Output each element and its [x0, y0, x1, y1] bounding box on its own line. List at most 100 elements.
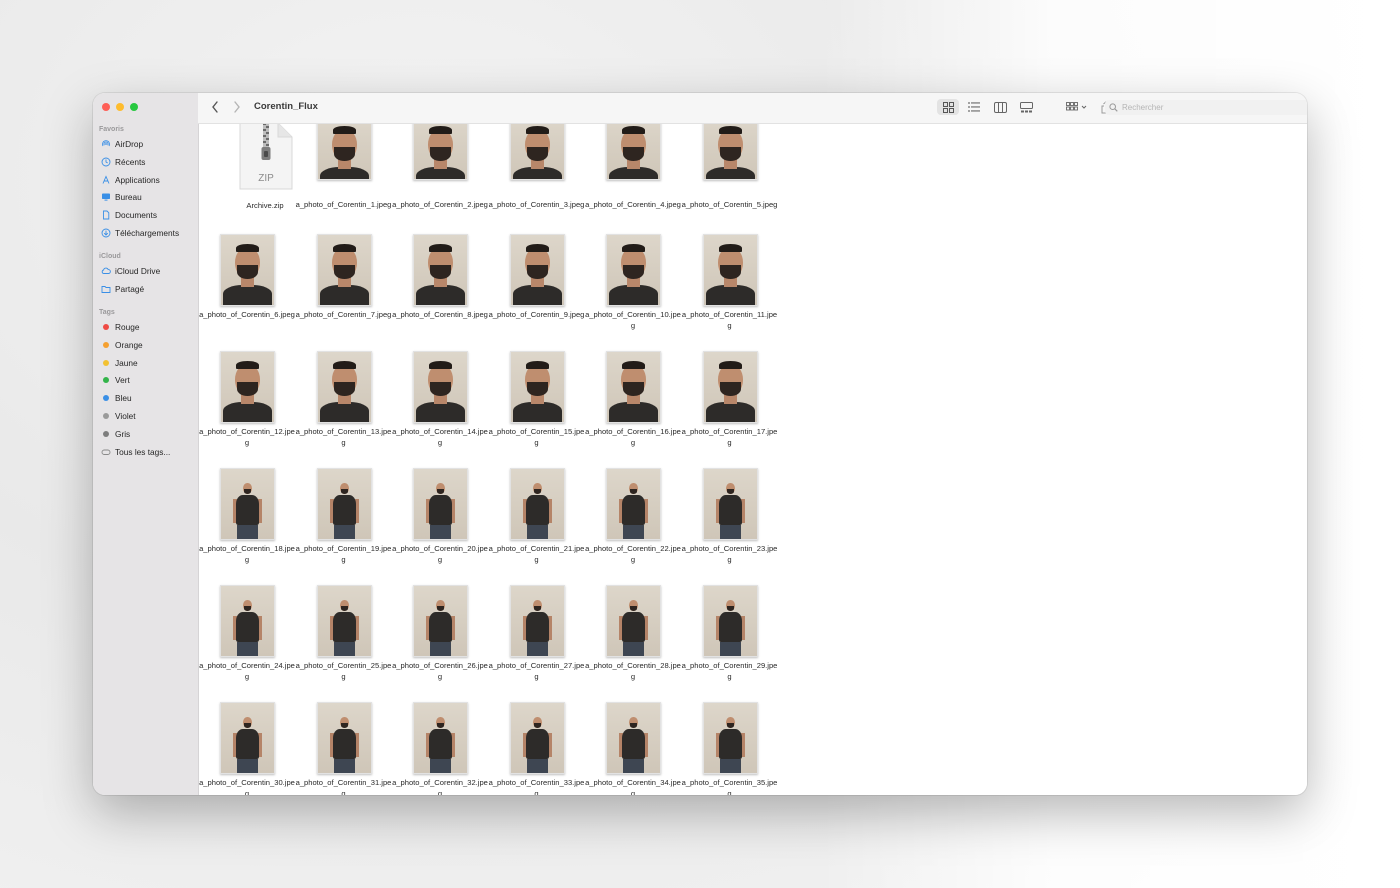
- sidebar-item-documents[interactable]: Documents: [101, 208, 157, 222]
- sidebar-item-label: Jaune: [115, 357, 138, 368]
- file-item[interactable]: a_photo_of_Corentin_23.jpeg: [682, 460, 778, 570]
- file-item[interactable]: a_photo_of_Corentin_32.jpeg: [392, 694, 488, 795]
- file-item[interactable]: a_photo_of_Corentin_28.jpeg: [585, 577, 681, 687]
- minimize-button[interactable]: [116, 103, 124, 111]
- file-name: a_photo_of_Corentin_12.jpeg: [199, 427, 295, 447]
- file-name: a_photo_of_Corentin_7.jpeg: [295, 310, 392, 319]
- file-item[interactable]: a_photo_of_Corentin_19.jpeg: [296, 460, 392, 570]
- photo-thumbnail: [606, 351, 661, 423]
- file-item[interactable]: a_photo_of_Corentin_6.jpeg: [199, 226, 295, 336]
- sidebar-item-label: Applications: [115, 174, 160, 185]
- sidebar-tag-violet[interactable]: Violet: [101, 409, 136, 423]
- file-item[interactable]: a_photo_of_Corentin_5.jpeg: [682, 124, 778, 226]
- sidebar-item-airdrop[interactable]: AirDrop: [101, 137, 143, 151]
- file-item[interactable]: a_photo_of_Corentin_13.jpeg: [296, 343, 392, 453]
- tag-dot-icon: [101, 393, 111, 403]
- file-item[interactable]: a_photo_of_Corentin_25.jpeg: [296, 577, 392, 687]
- sidebar-tag-orange[interactable]: Orange: [101, 338, 143, 352]
- file-item[interactable]: a_photo_of_Corentin_33.jpeg: [489, 694, 585, 795]
- file-item[interactable]: a_photo_of_Corentin_10.jpeg: [585, 226, 681, 336]
- photo-thumbnail: [316, 702, 372, 774]
- file-name: a_photo_of_Corentin_17.jpeg: [681, 427, 778, 447]
- tag-outline-icon: [101, 447, 111, 457]
- sidebar-item-icloud-drive[interactable]: iCloud Drive: [101, 264, 160, 278]
- sidebar-item-label: Récents: [115, 156, 146, 167]
- file-name: a_photo_of_Corentin_6.jpeg: [199, 310, 295, 319]
- photo-thumbnail: [316, 124, 372, 180]
- gallery-view-button[interactable]: [1016, 99, 1036, 115]
- sidebar-tag-gris[interactable]: Gris: [101, 427, 130, 441]
- zoom-button[interactable]: [130, 103, 138, 111]
- file-item[interactable]: a_photo_of_Corentin_7.jpeg: [296, 226, 392, 336]
- file-item[interactable]: a_photo_of_Corentin_20.jpeg: [392, 460, 488, 570]
- photo-thumbnail: [220, 351, 275, 423]
- list-icon: [968, 102, 980, 112]
- sidebar-item-label: Vert: [115, 375, 130, 386]
- file-item[interactable]: a_photo_of_Corentin_35.jpeg: [682, 694, 778, 795]
- photo-thumbnail: [702, 351, 758, 423]
- icon-view-button[interactable]: [937, 99, 959, 115]
- file-item[interactable]: a_photo_of_Corentin_27.jpeg: [489, 577, 585, 687]
- group-by-button[interactable]: [1064, 99, 1090, 115]
- photo-thumbnail: [316, 234, 372, 306]
- file-item[interactable]: a_photo_of_Corentin_16.jpeg: [585, 343, 681, 453]
- photo-thumbnail: [606, 585, 661, 657]
- file-item[interactable]: a_photo_of_Corentin_4.jpeg: [585, 124, 681, 226]
- photo-thumbnail: [316, 585, 372, 657]
- file-name: a_photo_of_Corentin_14.jpeg: [392, 427, 488, 447]
- file-item[interactable]: a_photo_of_Corentin_21.jpeg: [489, 460, 585, 570]
- search-placeholder: Rechercher: [1122, 103, 1164, 112]
- clock-icon: [101, 157, 111, 167]
- file-item[interactable]: a_photo_of_Corentin_9.jpeg: [489, 226, 585, 336]
- photo-thumbnail: [509, 702, 565, 774]
- sidebar-item-partag-[interactable]: Partagé: [101, 282, 144, 296]
- search-field[interactable]: Rechercher: [1105, 100, 1307, 115]
- file-name: a_photo_of_Corentin_16.jpeg: [585, 427, 681, 447]
- window-controls: [102, 103, 138, 111]
- file-item[interactable]: a_photo_of_Corentin_12.jpeg: [199, 343, 295, 453]
- file-item[interactable]: a_photo_of_Corentin_11.jpeg: [682, 226, 778, 336]
- sidebar-tag-vert[interactable]: Vert: [101, 373, 130, 387]
- file-item[interactable]: a_photo_of_Corentin_8.jpeg: [392, 226, 488, 336]
- back-button[interactable]: [208, 99, 222, 115]
- sidebar-item-bureau[interactable]: Bureau: [101, 190, 142, 204]
- photo-thumbnail: [413, 702, 468, 774]
- list-view-button[interactable]: [964, 99, 984, 115]
- sidebar-tag-rouge[interactable]: Rouge: [101, 320, 139, 334]
- cloud-icon: [101, 266, 111, 276]
- file-item[interactable]: a_photo_of_Corentin_31.jpeg: [296, 694, 392, 795]
- file-name: a_photo_of_Corentin_4.jpeg: [585, 200, 681, 209]
- close-button[interactable]: [102, 103, 110, 111]
- file-item[interactable]: a_photo_of_Corentin_14.jpeg: [392, 343, 488, 453]
- file-item[interactable]: a_photo_of_Corentin_18.jpeg: [199, 460, 295, 570]
- sidebar-item-r-cents[interactable]: Récents: [101, 155, 145, 169]
- file-item[interactable]: a_photo_of_Corentin_34.jpeg: [585, 694, 681, 795]
- file-name: a_photo_of_Corentin_35.jpeg: [681, 778, 778, 795]
- forward-button[interactable]: [230, 99, 244, 115]
- sidebar-item-all-tags[interactable]: Tous les tags...: [101, 445, 170, 459]
- download-icon: [101, 228, 111, 238]
- file-item[interactable]: a_photo_of_Corentin_17.jpeg: [682, 343, 778, 453]
- file-item[interactable]: a_photo_of_Corentin_1.jpeg: [296, 124, 392, 226]
- file-item[interactable]: a_photo_of_Corentin_15.jpeg: [489, 343, 585, 453]
- file-item[interactable]: a_photo_of_Corentin_22.jpeg: [585, 460, 681, 570]
- file-item[interactable]: a_photo_of_Corentin_24.jpeg: [199, 577, 295, 687]
- sidebar-tag-jaune[interactable]: Jaune: [101, 356, 138, 370]
- file-name: a_photo_of_Corentin_9.jpeg: [488, 310, 585, 319]
- sidebar-item-applications[interactable]: Applications: [101, 173, 160, 187]
- sidebar-item-label: Bureau: [115, 192, 142, 203]
- file-item[interactable]: a_photo_of_Corentin_29.jpeg: [682, 577, 778, 687]
- tag-dot-icon: [101, 340, 111, 350]
- sidebar-tag-bleu[interactable]: Bleu: [101, 391, 132, 405]
- file-item[interactable]: a_photo_of_Corentin_2.jpeg: [392, 124, 488, 226]
- file-item[interactable]: a_photo_of_Corentin_30.jpeg: [199, 694, 295, 795]
- column-view-button[interactable]: [990, 99, 1010, 115]
- file-item[interactable]: a_photo_of_Corentin_3.jpeg: [489, 124, 585, 226]
- sidebar-item-t-l-chargements[interactable]: Téléchargements: [101, 226, 179, 240]
- file-item-archive[interactable]: ZIP Archive.zip: [199, 124, 295, 226]
- file-name: a_photo_of_Corentin_10.jpeg: [585, 310, 681, 330]
- file-item[interactable]: a_photo_of_Corentin_26.jpeg: [392, 577, 488, 687]
- photo-thumbnail: [509, 124, 565, 180]
- tag-dot-icon: [101, 322, 111, 332]
- file-name: a_photo_of_Corentin_23.jpeg: [681, 544, 778, 564]
